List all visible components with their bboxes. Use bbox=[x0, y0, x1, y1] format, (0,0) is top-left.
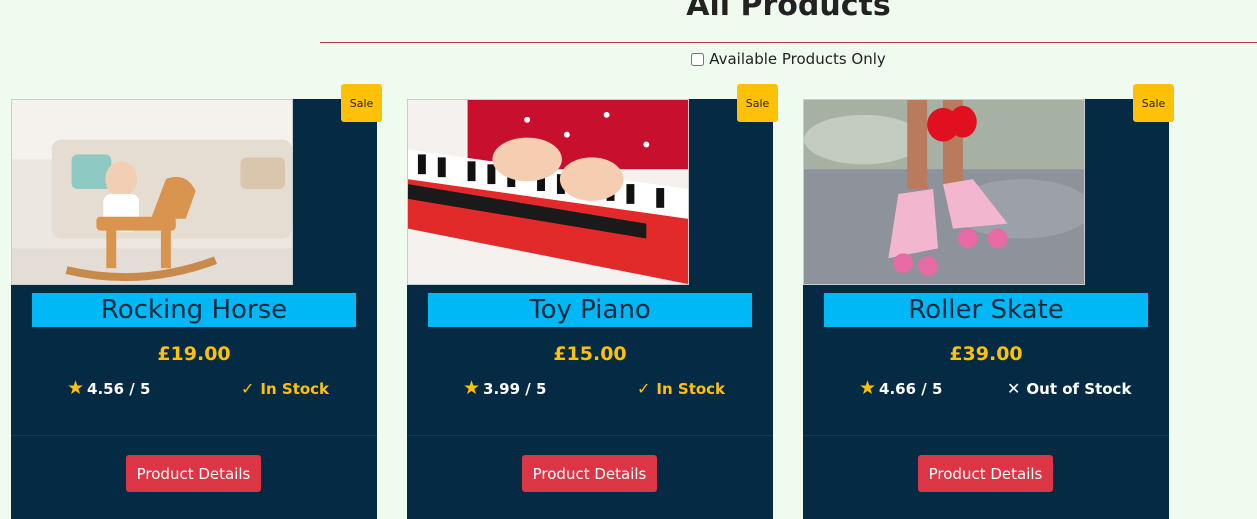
rating-value: 4.66 / 5 bbox=[879, 379, 943, 398]
star-icon: ★ bbox=[67, 377, 85, 399]
stock-status: ✕ Out of Stock bbox=[1007, 379, 1131, 398]
product-card-toy-piano: Sale Toy Piano £15.00 ★ 3.99 / 5 ✓ In St… bbox=[407, 84, 778, 519]
rating-value: 4.56 / 5 bbox=[87, 379, 151, 398]
product-price: £15.00 bbox=[553, 343, 627, 365]
product-price: £19.00 bbox=[157, 343, 231, 365]
product-rating: ★ 4.66 / 5 bbox=[859, 379, 942, 398]
available-checkbox[interactable] bbox=[691, 52, 705, 66]
product-rating: ★ 3.99 / 5 bbox=[463, 379, 546, 398]
sale-badge: Sale bbox=[1133, 84, 1174, 122]
x-icon: ✕ bbox=[1007, 379, 1021, 398]
check-icon: ✓ bbox=[241, 379, 255, 398]
star-icon: ★ bbox=[859, 377, 877, 399]
check-icon: ✓ bbox=[637, 379, 651, 398]
page-title: All Products bbox=[686, 0, 891, 23]
star-icon: ★ bbox=[463, 377, 481, 399]
product-details-button[interactable]: Product Details bbox=[522, 455, 657, 492]
stock-label: In Stock bbox=[656, 379, 726, 398]
product-name: Roller Skate bbox=[824, 293, 1148, 327]
card-divider bbox=[803, 435, 1169, 436]
product-image[interactable] bbox=[407, 99, 689, 285]
product-meta: ★ 4.66 / 5 ✕ Out of Stock bbox=[803, 379, 1169, 401]
available-filter[interactable]: Available Products Only bbox=[320, 50, 1257, 68]
available-filter-label: Available Products Only bbox=[709, 50, 886, 68]
product-image[interactable] bbox=[803, 99, 1085, 285]
product-image[interactable] bbox=[11, 99, 293, 285]
stock-status: ✓ In Stock bbox=[637, 379, 725, 398]
product-name: Rocking Horse bbox=[32, 293, 356, 327]
sale-badge: Sale bbox=[341, 84, 382, 122]
product-card-roller-skate: Sale Roller Skate £39.00 ★ 4.66 / 5 ✕ Ou… bbox=[803, 84, 1174, 519]
product-card-rocking-horse: Sale Rocking Horse £19.00 ★ 4.56 / 5 ✓ I… bbox=[11, 84, 382, 519]
product-rating: ★ 4.56 / 5 bbox=[67, 379, 150, 398]
title-divider bbox=[320, 42, 1257, 43]
card-divider bbox=[11, 435, 377, 436]
stock-label: Out of Stock bbox=[1026, 379, 1132, 398]
sale-badge: Sale bbox=[737, 84, 778, 122]
rating-value: 3.99 / 5 bbox=[483, 379, 547, 398]
product-details-button[interactable]: Product Details bbox=[918, 455, 1053, 492]
product-meta: ★ 3.99 / 5 ✓ In Stock bbox=[407, 379, 773, 401]
product-meta: ★ 4.56 / 5 ✓ In Stock bbox=[11, 379, 377, 401]
product-name: Toy Piano bbox=[428, 293, 752, 327]
product-price: £39.00 bbox=[949, 343, 1023, 365]
stock-label: In Stock bbox=[260, 379, 330, 398]
card-divider bbox=[407, 435, 773, 436]
stock-status: ✓ In Stock bbox=[241, 379, 329, 398]
product-details-button[interactable]: Product Details bbox=[126, 455, 261, 492]
